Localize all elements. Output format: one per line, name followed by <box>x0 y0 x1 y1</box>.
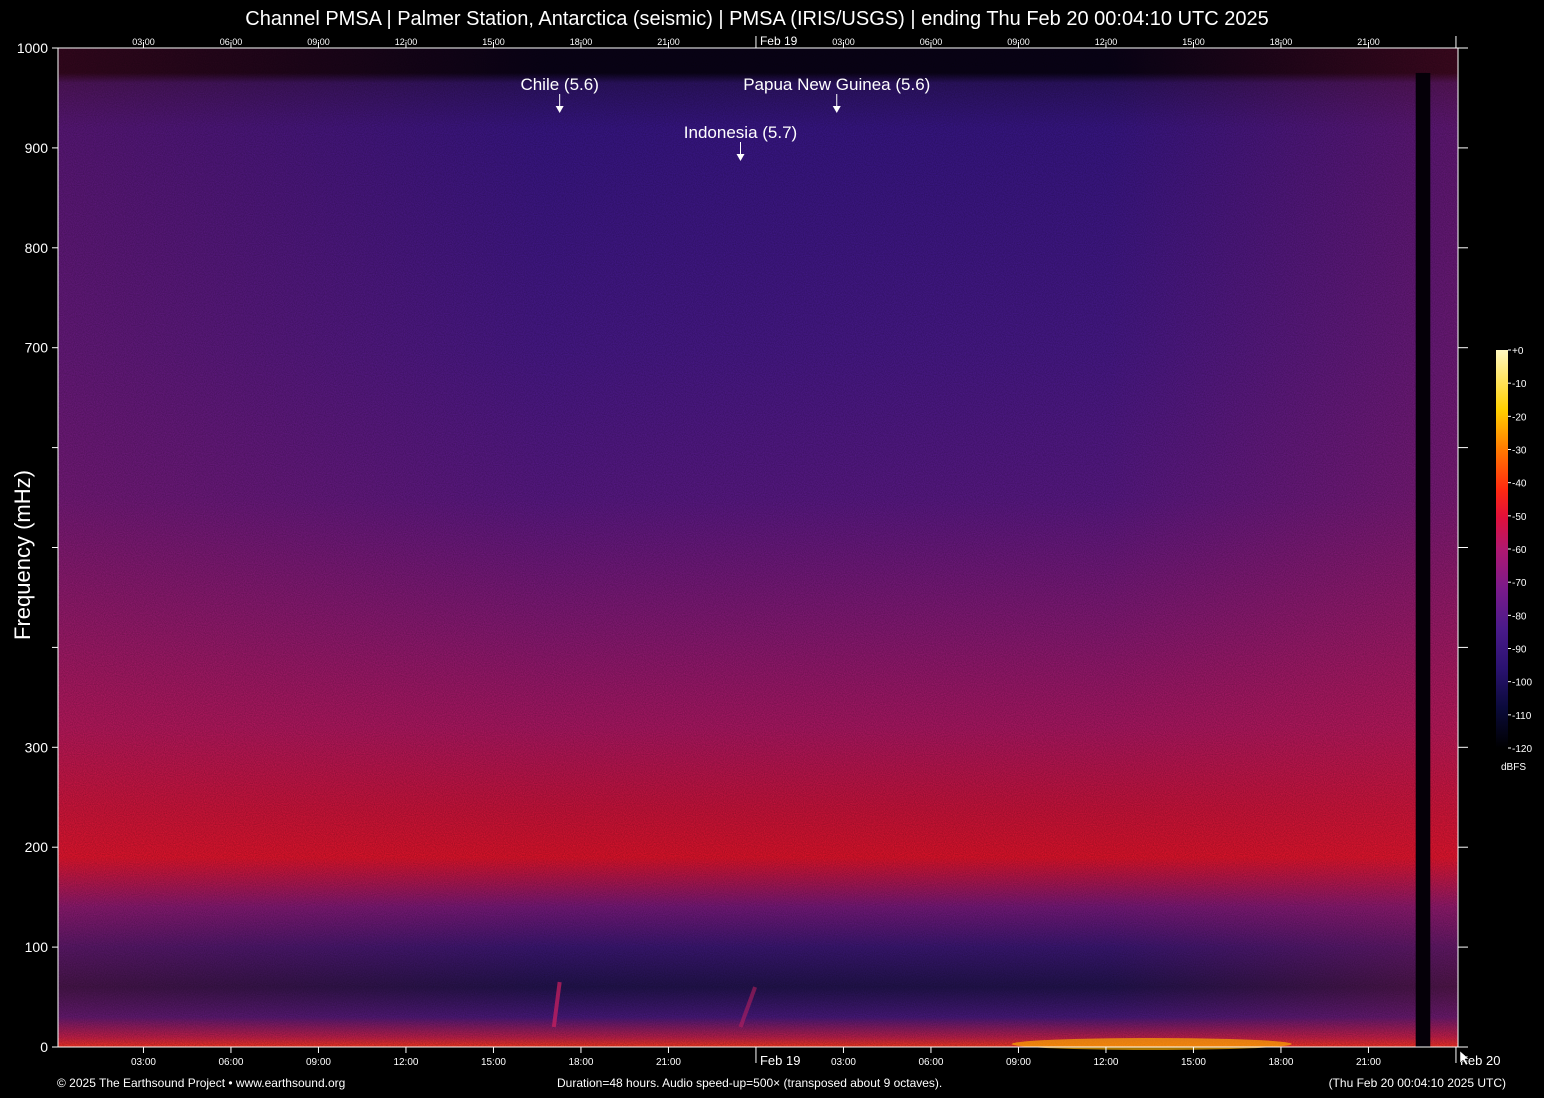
y-tick-label: 900 <box>25 140 49 156</box>
colorbar-tick-label: -90 <box>1512 645 1527 656</box>
x-tick-label: 21:00 <box>656 1057 681 1068</box>
x-tick-label-top: 15:00 <box>1182 37 1205 47</box>
annotation-label: Papua New Guinea (5.6) <box>743 75 931 94</box>
x-tick-label: 21:00 <box>1356 1057 1381 1068</box>
x-tick-label-top: 15:00 <box>482 37 505 47</box>
x-tick-label: 06:00 <box>218 1057 243 1068</box>
duration-info: Duration=48 hours. Audio speed-up=500× (… <box>557 1076 943 1090</box>
data-gap-stripe <box>1415 72 1431 1048</box>
colorbar-tick-label: +0 <box>1512 346 1524 357</box>
colorbar-tick-label: -20 <box>1512 412 1527 423</box>
x-tick-label: 15:00 <box>481 1057 506 1068</box>
x-tick-label-top: 09:00 <box>307 37 330 47</box>
colorbar-tick-label: -30 <box>1512 446 1527 457</box>
x-tick-label: 12:00 <box>1093 1057 1118 1068</box>
colorbar-tick-label: -100 <box>1512 678 1532 689</box>
x-tick-label-top: Feb 19 <box>760 34 798 48</box>
x-tick-label-top: 03:00 <box>132 37 155 47</box>
annotation-label: Indonesia (5.7) <box>683 123 798 142</box>
x-tick-label: 15:00 <box>1181 1057 1206 1068</box>
x-tick-label: 06:00 <box>918 1057 943 1068</box>
spectrogram-noise <box>58 48 1458 1047</box>
x-tick-label-top: 06:00 <box>220 37 243 47</box>
x-tick-label-top: 06:00 <box>920 37 943 47</box>
x-tick-label: Feb 19 <box>760 1053 800 1068</box>
y-tick-label: 200 <box>25 839 49 855</box>
y-tick-label: 700 <box>25 340 49 356</box>
colorbar-tick-label: -40 <box>1512 479 1527 490</box>
colorbar-tick-label: -50 <box>1512 512 1527 523</box>
x-tick-label-top: 21:00 <box>1357 37 1380 47</box>
timestamp-text: (Thu Feb 20 00:04:10 2025 UTC) <box>1328 1076 1506 1090</box>
x-tick-label: 18:00 <box>568 1057 593 1068</box>
annotation-label: Chile (5.6) <box>520 75 599 94</box>
colorbar: +0 -10 -20 -30 -40 -50 -60 -70 -80 -90 -100 -110 -12… <box>1496 346 1532 755</box>
spectrogram-area <box>58 48 1458 1051</box>
x-tick-label-top: 18:00 <box>1270 37 1293 47</box>
x-tick-label-top: 18:00 <box>570 37 593 47</box>
x-tick-label: 09:00 <box>1006 1057 1031 1068</box>
spectrogram-chart: 0 100 200 300 700 800 900 1000 03:00 03:00 06:00 06… <box>17 34 1533 1068</box>
colorbar-unit-label: dBFS <box>1501 762 1527 773</box>
copyright-text: © 2025 The Earthsound Project • www.eart… <box>57 1076 346 1090</box>
colorbar-tick-label: -60 <box>1512 545 1527 556</box>
y-tick-label: 100 <box>25 939 49 955</box>
x-tick-label: 12:00 <box>393 1057 418 1068</box>
x-tick-label: 09:00 <box>306 1057 331 1068</box>
colorbar-tick-label: -110 <box>1512 711 1532 722</box>
low-frequency-hot-band <box>1011 1038 1292 1051</box>
x-tick-label: 18:00 <box>1268 1057 1293 1068</box>
y-axis-label: Frequency (mHz) <box>10 470 35 640</box>
y-tick-label: 0 <box>40 1039 48 1055</box>
x-tick-label-top: 12:00 <box>1095 37 1118 47</box>
y-tick-label: 300 <box>25 739 49 755</box>
colorbar-tick-label: -70 <box>1512 578 1527 589</box>
y-tick-label: 1000 <box>17 40 48 56</box>
x-tick-label-top: 03:00 <box>832 37 855 47</box>
colorbar-gradient <box>1496 350 1508 748</box>
x-tick-label: 03:00 <box>131 1057 156 1068</box>
x-tick-label-top: 12:00 <box>395 37 418 47</box>
y-tick-label: 800 <box>25 240 49 256</box>
colorbar-tick-label: -10 <box>1512 379 1527 390</box>
colorbar-tick-label: -80 <box>1512 611 1527 622</box>
x-tick-label-top: 21:00 <box>657 37 680 47</box>
x-tick-label-top: 09:00 <box>1007 37 1030 47</box>
x-tick-label: 03:00 <box>831 1057 856 1068</box>
colorbar-tick-label: -120 <box>1512 744 1532 755</box>
